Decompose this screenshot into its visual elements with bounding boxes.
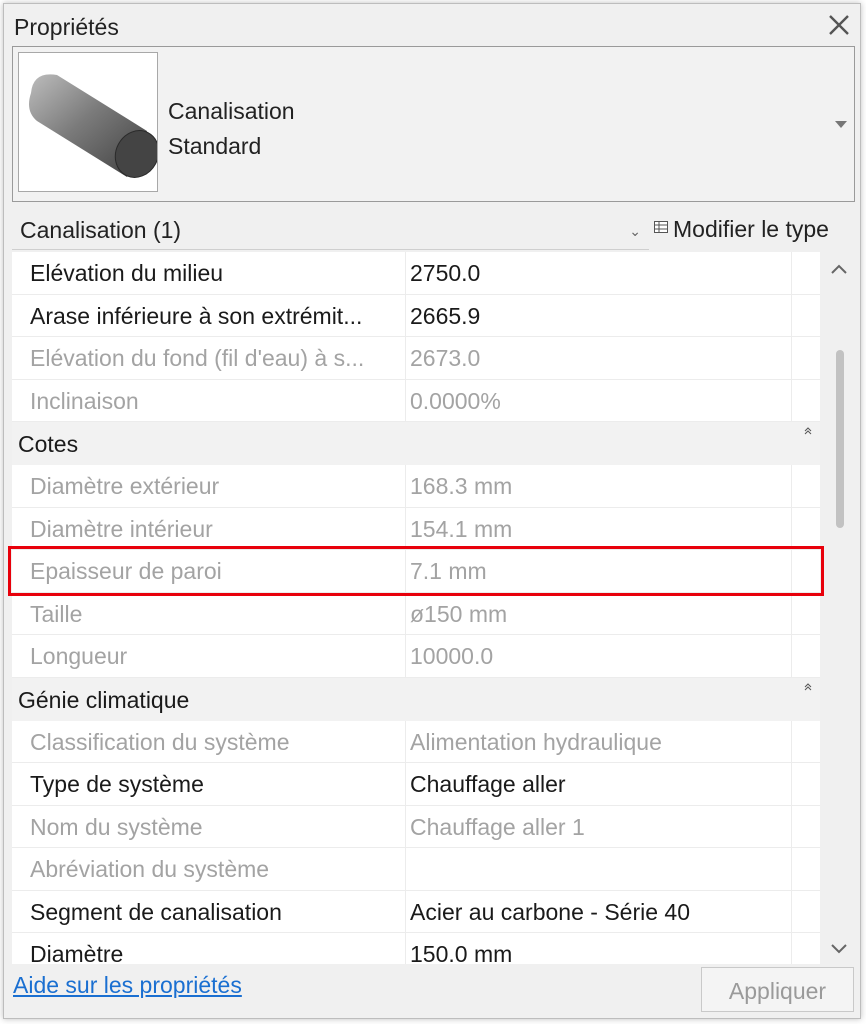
- collapse-icon[interactable]: [804, 427, 812, 435]
- group-title: Cotes: [18, 431, 79, 457]
- edit-type-icon: [654, 221, 668, 233]
- property-value: 168.3 mm: [410, 473, 513, 499]
- palette-title: Propriétés: [14, 14, 119, 40]
- type-selector[interactable]: Canalisation Standard: [12, 46, 855, 202]
- instance-filter-label: Canalisation (1): [20, 217, 182, 243]
- property-row[interactable]: Elévation du fond (fil d'eau) à s... 2673…: [12, 337, 820, 380]
- property-value: Alimentation hydraulique: [410, 728, 662, 755]
- property-value: 2673.0: [410, 345, 481, 371]
- property-row[interactable]: Type de système Chauffage aller: [12, 763, 820, 806]
- property-row[interactable]: Nom du système Chauffage aller 1: [12, 805, 820, 848]
- property-label: Type de système: [30, 771, 204, 797]
- close-icon[interactable]: [822, 8, 856, 42]
- type-family: Canalisation: [168, 98, 295, 124]
- group-header-cotes[interactable]: Cotes: [12, 422, 820, 465]
- property-row[interactable]: Segment de canalisation Acier au carbone …: [12, 890, 820, 933]
- property-label: Longueur: [30, 643, 128, 669]
- vertical-scrollbar[interactable]: [821, 252, 858, 964]
- properties-palette: Propriétés Canalisation Standard Canalis…: [3, 3, 861, 1019]
- scroll-up-arrow-icon[interactable]: [830, 262, 848, 276]
- property-label: Elévation du fond (fil d'eau) à s...: [30, 345, 365, 371]
- property-label: Taille: [30, 600, 83, 627]
- property-value: 2665.9: [410, 302, 481, 329]
- property-label: Nom du système: [30, 813, 203, 840]
- property-row[interactable]: Longueur 10000.0: [12, 635, 820, 678]
- property-label: Diamètre intérieur: [30, 515, 213, 542]
- group-title: Génie climatique: [18, 686, 190, 713]
- edit-type-label: Modifier le type: [673, 216, 829, 242]
- property-label: Diamètre extérieur: [30, 473, 220, 499]
- collapse-icon[interactable]: [804, 682, 812, 691]
- property-row[interactable]: Taille ø150 mm: [12, 592, 820, 635]
- instance-filter-row: Canalisation (1) ⌄ Modifier le type: [12, 209, 858, 251]
- property-value: 0.0000%: [410, 387, 501, 414]
- property-value: 2750.0: [410, 260, 481, 286]
- pipe-cylinder-icon: [18, 52, 160, 192]
- group-header-genie-climatique[interactable]: Génie climatique: [12, 677, 820, 721]
- property-value: ø150 mm: [410, 600, 508, 627]
- instance-filter-dropdown[interactable]: Canalisation (1) ⌄: [12, 209, 649, 250]
- property-label: Arase inférieure à son extrémit...: [30, 302, 363, 329]
- property-value: Chauffage aller: [410, 771, 566, 797]
- property-row[interactable]: Abréviation du système: [12, 848, 820, 891]
- property-row[interactable]: Elévation du milieu 2750.0: [12, 252, 820, 295]
- property-label: Classification du système: [30, 728, 290, 755]
- property-row[interactable]: Arase inférieure à son extrémit... 2665.9: [12, 294, 820, 337]
- property-value: Chauffage aller 1: [410, 813, 585, 840]
- type-name: Canalisation Standard: [168, 94, 295, 164]
- property-row[interactable]: Diamètre 150.0 mm: [12, 933, 820, 964]
- property-row[interactable]: Classification du système Alimentation hy…: [12, 720, 820, 763]
- property-label: Segment de canalisation: [30, 898, 282, 925]
- property-label: Epaisseur de paroi: [30, 558, 222, 584]
- title-bar: Propriétés: [4, 4, 860, 46]
- properties-help-link[interactable]: Aide sur les propriétés: [13, 972, 242, 999]
- chevron-down-icon: ⌄: [629, 223, 641, 239]
- properties-grid[interactable]: Elévation du milieu 2750.0 Arase inférieu…: [12, 252, 820, 964]
- property-value: 10000.0: [410, 643, 494, 669]
- property-value: 154.1 mm: [410, 515, 513, 542]
- apply-button-label: Appliquer: [728, 978, 827, 1004]
- scroll-thumb[interactable]: [836, 350, 844, 528]
- property-row[interactable]: Inclinaison 0.0000%: [12, 379, 820, 422]
- property-label: Diamètre: [30, 941, 124, 964]
- apply-button[interactable]: Appliquer: [701, 967, 854, 1012]
- property-row[interactable]: Diamètre intérieur 154.1 mm: [12, 507, 820, 550]
- property-value: 150.0 mm: [410, 941, 513, 964]
- property-value: Acier au carbone - Série 40: [410, 898, 690, 925]
- property-row[interactable]: Diamètre extérieur 168.3 mm: [12, 465, 820, 508]
- property-value: 7.1 mm: [410, 558, 487, 584]
- property-label: Elévation du milieu: [30, 260, 224, 286]
- caret-down-icon[interactable]: [834, 119, 848, 129]
- scroll-down-arrow-icon[interactable]: [830, 942, 848, 956]
- property-label: Inclinaison: [30, 387, 139, 414]
- property-label: Abréviation du système: [30, 856, 270, 882]
- property-row-wall-thickness[interactable]: Epaisseur de paroi 7.1 mm: [12, 550, 820, 593]
- type-variant: Standard: [168, 133, 262, 159]
